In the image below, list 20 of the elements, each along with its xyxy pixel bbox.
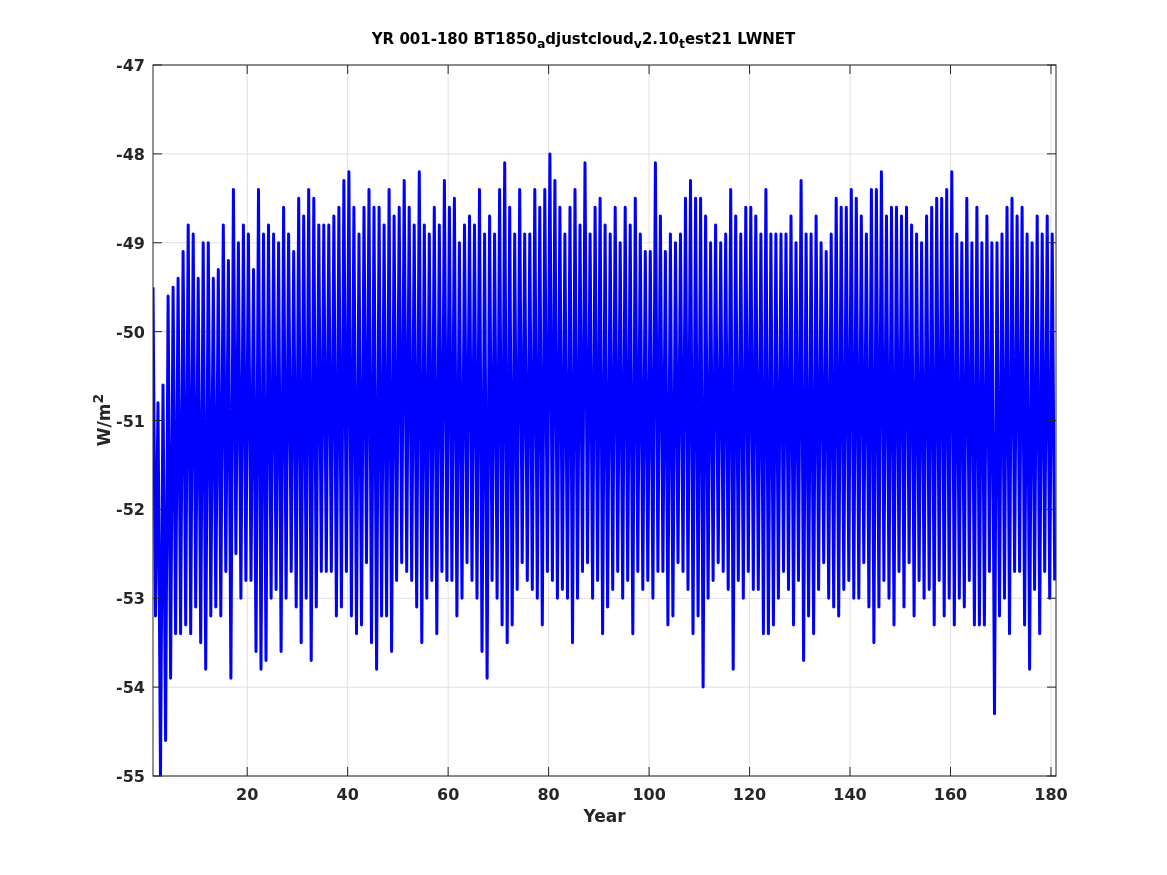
tick-label: -47 — [116, 56, 145, 75]
tick-label: 20 — [236, 785, 259, 804]
tick-label: 60 — [437, 785, 460, 804]
tick-label: -53 — [116, 589, 145, 609]
tick-label: -52 — [116, 500, 145, 520]
axis-label: Year — [583, 806, 626, 826]
tick-label: 120 — [732, 785, 767, 804]
tick-label: -51 — [116, 411, 145, 431]
tick-label: 100 — [632, 785, 666, 804]
chart-title: YR 001-180 BT1850$_{a}$djustcloud$_{v}$2.10$_{t}$est21 LWNET — [370, 30, 797, 51]
tick-label: -48 — [116, 144, 145, 164]
tick-label: -49 — [116, 233, 145, 253]
tick-label: -55 — [116, 767, 145, 786]
tick-label: -54 — [116, 678, 145, 698]
tick-label: 180 — [1034, 785, 1068, 804]
tick-label: 40 — [336, 785, 359, 804]
tick-label: 160 — [933, 785, 968, 804]
tick-label: 140 — [833, 785, 867, 804]
tick-label: 80 — [537, 785, 560, 804]
tick-label: -50 — [116, 322, 145, 342]
